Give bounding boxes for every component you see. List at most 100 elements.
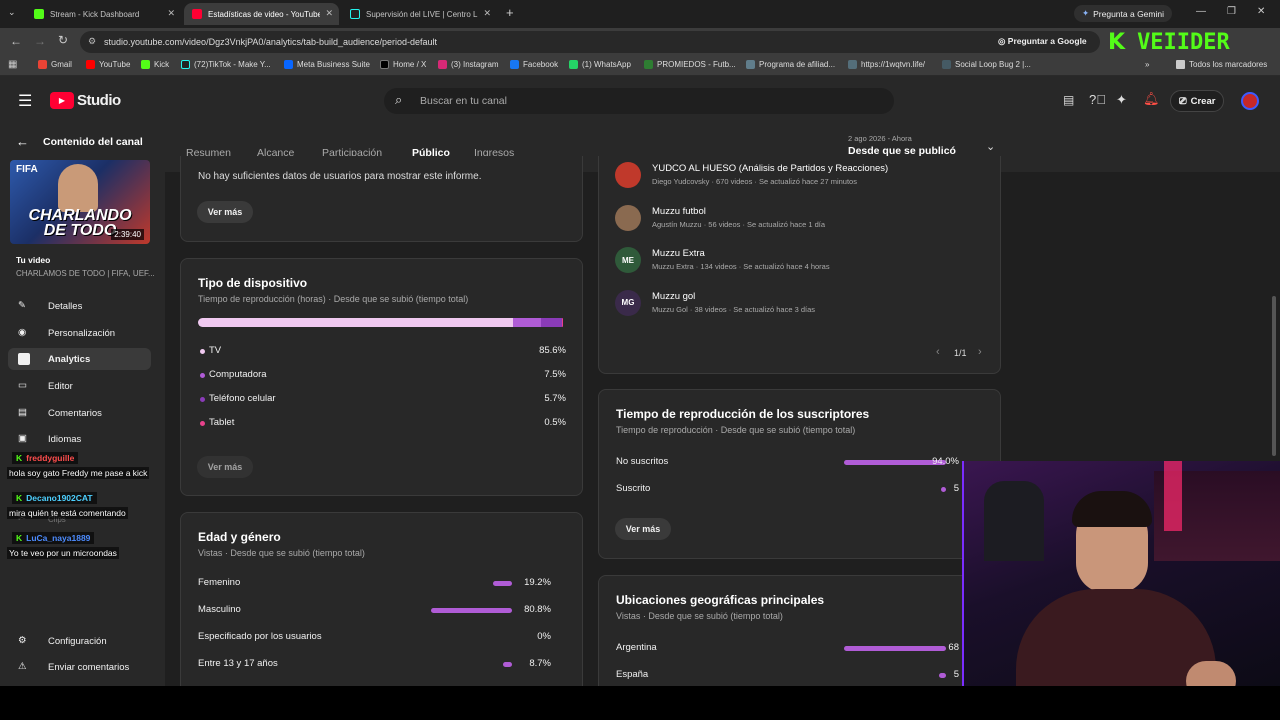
messages-icon[interactable]: ▤ xyxy=(1063,93,1074,107)
channel-name[interactable]: Muzzu futbol xyxy=(652,206,706,217)
channel-name[interactable]: Muzzu gol xyxy=(652,291,695,302)
channel-avatar[interactable] xyxy=(615,204,641,231)
age-bar xyxy=(431,608,512,613)
studio-favicon xyxy=(192,9,202,19)
more-bookmarks-icon[interactable]: » xyxy=(1145,60,1149,69)
bookmark-1wqtvn[interactable]: https://1wqtvn.life/ xyxy=(848,60,925,69)
device-title: Tipo de dispositivo xyxy=(198,276,308,290)
ask-google-button[interactable]: ◎ Preguntar a Google xyxy=(998,36,1087,47)
sidebar-item-editor[interactable]: ▭ Editor xyxy=(8,375,151,397)
bookmark-instagram[interactable]: (3) Instagram xyxy=(438,60,499,69)
age-label: Masculino xyxy=(198,604,241,615)
see-more-button[interactable]: Ver más xyxy=(197,456,253,478)
age-subtitle: Vistas · Desde que se subió (tiempo tota… xyxy=(198,548,365,558)
geo-label: Argentina xyxy=(616,642,657,653)
chat-user-text: LuCa_naya1889 xyxy=(26,533,91,543)
maximize-icon[interactable]: ❐ xyxy=(1227,6,1236,17)
chat-username: K LuCa_naya1889 xyxy=(12,532,95,544)
tiktok-favicon xyxy=(350,9,360,19)
search-input[interactable]: ⌕ Buscar en tu canal xyxy=(384,88,894,114)
studio-header: ☰ ▶ Studio ⌕ Buscar en tu canal ▤ ?⃝ ✦ 🔔… xyxy=(0,76,1280,126)
sidebar-item-customization[interactable]: ◉ Personalización xyxy=(8,322,151,344)
tab-search-icon[interactable]: ⌄ xyxy=(8,7,16,18)
see-more-button[interactable]: Ver más xyxy=(197,201,253,223)
sidebar-item-settings[interactable]: ⚙ Configuración xyxy=(8,630,151,652)
close-tab-icon[interactable]: ✕ xyxy=(483,8,491,19)
menu-icon[interactable]: ☰ xyxy=(18,91,32,111)
bookmark-gmail[interactable]: Gmail xyxy=(38,60,72,69)
apps-icon[interactable]: ▦ xyxy=(8,59,17,70)
sidebar-item-languages[interactable]: ▣ Idiomas xyxy=(8,428,151,450)
tab-youtube-analytics[interactable]: Estadísticas de video - YouTube ✕ xyxy=(184,3,339,25)
close-tab-icon[interactable]: ✕ xyxy=(167,8,175,19)
brand-text: VEIIDER xyxy=(1137,29,1230,55)
create-button[interactable]: ⎚ Crear xyxy=(1170,90,1225,112)
all-bookmarks[interactable]: Todos los marcadores xyxy=(1176,60,1267,69)
see-more-button[interactable]: Ver más xyxy=(615,518,671,540)
url-field[interactable]: ⚙ studio.youtube.com/video/Dgz3VnkjPA0/a… xyxy=(80,31,1100,53)
bookmark-kick[interactable]: Kick xyxy=(141,60,169,69)
bookmarks-bar: ▦ Gmail YouTube Kick (72)TikTok - Make Y… xyxy=(0,56,1280,76)
channel-avatar[interactable]: MG xyxy=(615,289,641,316)
studio-logo[interactable]: ▶ Studio xyxy=(50,92,121,109)
card-top-geographies: Ubicaciones geográficas principales Vist… xyxy=(598,575,1001,686)
channel-meta: Muzzu Extra · 134 videos · Se actualizó … xyxy=(652,262,830,271)
channel-name[interactable]: YUDCO AL HUESO (Análisis de Partidos y R… xyxy=(652,163,888,174)
webcam-light xyxy=(1164,461,1182,531)
bookmark-whatsapp[interactable]: (1) WhatsApp xyxy=(569,60,631,69)
device-label: TV xyxy=(209,345,222,356)
search-icon: ⌕ xyxy=(395,92,403,107)
bookmark-meta[interactable]: Meta Business Suite xyxy=(284,60,370,69)
help-icon[interactable]: ?⃝ xyxy=(1089,92,1106,107)
chat-user-text: Decano1902CAT xyxy=(26,493,93,503)
pencil-icon: ✎ xyxy=(18,300,26,311)
tab-kick[interactable]: Stream - Kick Dashboard ✕ xyxy=(26,3,181,25)
notifications-icon[interactable]: 🔔︎ xyxy=(1143,91,1160,107)
channel-avatar[interactable] xyxy=(615,162,641,188)
site-info-icon[interactable]: ⚙ xyxy=(88,36,96,47)
minimize-icon[interactable]: — xyxy=(1196,6,1206,17)
bookmark-youtube[interactable]: YouTube xyxy=(86,60,130,69)
address-bar: ← → ↻ ⚙ studio.youtube.com/video/Dgz3Vnk… xyxy=(0,28,1280,56)
close-tab-icon[interactable]: ✕ xyxy=(325,8,333,19)
bookmark-afiliados[interactable]: Programa de afiliad... xyxy=(746,60,835,69)
sparkle-icon[interactable]: ✦ xyxy=(1116,92,1127,108)
gemini-button[interactable]: ✦ Pregunta a Gemini xyxy=(1074,5,1172,22)
chat-username: Kfreddyguille xyxy=(12,452,79,464)
chat-user-text: freddyguille xyxy=(26,453,75,463)
back-to-content[interactable]: ← Contenido del canal xyxy=(16,134,143,149)
new-tab-icon[interactable]: + xyxy=(506,5,514,20)
bookmark-x[interactable]: Home / X xyxy=(380,60,426,69)
bookmark-facebook[interactable]: Facebook xyxy=(510,60,558,69)
bookmark-tiktok[interactable]: (72)TikTok - Make Y... xyxy=(181,60,271,69)
bookmark-promiedos[interactable]: PROMIEDOS - Futb... xyxy=(644,60,736,69)
geo-label: España xyxy=(616,669,649,680)
device-percent: 5.7% xyxy=(544,393,566,404)
editor-icon: ▭ xyxy=(18,380,27,391)
video-thumbnail[interactable]: FIFA CHARLANDO DE TODO 2:39:40 xyxy=(10,160,150,244)
feedback-icon: ⚠ xyxy=(18,661,27,672)
prev-page-icon[interactable]: ‹ xyxy=(936,346,940,358)
back-icon[interactable]: ← xyxy=(10,34,22,48)
webcam-overlay xyxy=(962,461,1280,720)
tab-tiktok-live[interactable]: Supervisión del LIVE | Centro LI ✕ xyxy=(342,3,497,25)
bookmark-social-loop[interactable]: Social Loop Bug 2 |... xyxy=(942,60,1031,69)
sidebar-item-analytics[interactable]: Analytics xyxy=(8,348,151,370)
sidebar-item-details[interactable]: ✎ Detalles xyxy=(8,295,151,317)
kick-badge-icon: K xyxy=(16,533,23,543)
close-window-icon[interactable]: ✕ xyxy=(1257,6,1265,17)
channel-name[interactable]: Muzzu Extra xyxy=(652,248,705,259)
next-page-icon[interactable]: › xyxy=(978,346,982,358)
reload-icon[interactable]: ↻ xyxy=(58,33,68,47)
scrollbar-thumb[interactable] xyxy=(1272,296,1276,456)
forward-icon[interactable]: → xyxy=(34,34,46,48)
avatar[interactable] xyxy=(1241,92,1259,110)
arrow-left-icon: ← xyxy=(16,134,29,149)
age-percent: 8.7% xyxy=(529,658,551,669)
channel-avatar[interactable]: ME xyxy=(615,247,641,273)
device-bar-segment xyxy=(513,318,541,327)
device-stacked-bar xyxy=(198,318,566,327)
sidebar-item-comments[interactable]: ▤ Comentarios xyxy=(8,402,151,424)
sidebar-item-feedback[interactable]: ⚠ Enviar comentarios xyxy=(8,656,151,678)
age-label: Entre 13 y 17 años xyxy=(198,658,278,669)
